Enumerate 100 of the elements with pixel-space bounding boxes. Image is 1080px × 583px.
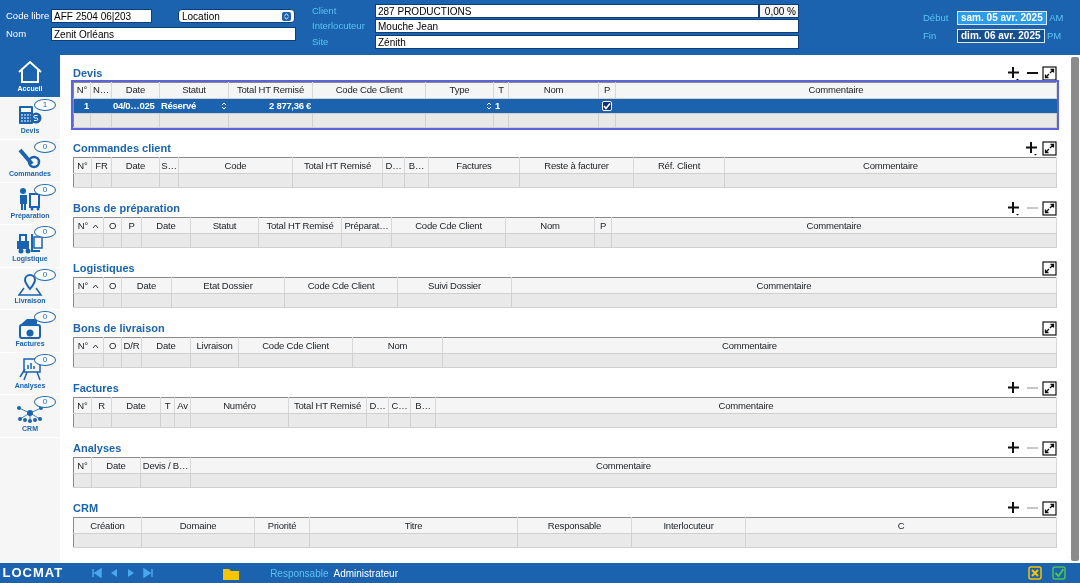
- column-header[interactable]: N…: [90, 82, 112, 99]
- client-field[interactable]: 287 PRODUCTIONS: [375, 4, 759, 19]
- column-header[interactable]: Responsable: [517, 517, 632, 534]
- collapse-icon: [1042, 140, 1057, 156]
- collapse-button[interactable]: [1042, 500, 1057, 516]
- collapse-button[interactable]: [1042, 440, 1057, 456]
- app-logo: LOCMAT: [2, 564, 64, 583]
- column-header[interactable]: Date: [111, 397, 161, 414]
- stepper-icon[interactable]: [221, 101, 227, 112]
- column-header[interactable]: D/R: [121, 337, 142, 354]
- add-button[interactable]: [1007, 500, 1022, 516]
- column-header[interactable]: Code Cde Client: [391, 217, 506, 234]
- column-header[interactable]: D…: [366, 397, 389, 414]
- column-header[interactable]: C…: [388, 397, 411, 414]
- column-header[interactable]: FR: [91, 157, 112, 174]
- stepper-icon: [282, 11, 291, 21]
- collapse-button[interactable]: [1042, 320, 1057, 336]
- code-field[interactable]: AFF 2504 06|203: [51, 9, 152, 24]
- column-header[interactable]: N°: [73, 157, 92, 174]
- column-header[interactable]: P: [121, 217, 142, 234]
- column-header[interactable]: Réf. Client: [633, 157, 725, 174]
- column-header[interactable]: N°: [73, 457, 92, 474]
- column-header[interactable]: Code Cde Client: [238, 337, 353, 354]
- add-button[interactable]: [1007, 200, 1022, 216]
- column-header[interactable]: Date: [121, 277, 172, 294]
- column-header[interactable]: B…: [404, 157, 429, 174]
- collapse-button[interactable]: [1042, 200, 1057, 216]
- scrollbar[interactable]: [1071, 57, 1079, 561]
- confirm-icon[interactable]: [1052, 566, 1066, 580]
- column-header[interactable]: Commentaire: [724, 157, 1057, 174]
- column-header[interactable]: Commentaire: [435, 397, 1057, 414]
- column-header[interactable]: Total HT Remisé: [292, 157, 383, 174]
- column-header[interactable]: Domaine: [141, 517, 255, 534]
- column-header[interactable]: Date: [111, 157, 160, 174]
- column-header[interactable]: Etat Dossier: [171, 277, 285, 294]
- column-header[interactable]: Devis / B…: [140, 457, 191, 474]
- column-header[interactable]: N°: [73, 82, 91, 99]
- column-header[interactable]: Suivi Dossier: [397, 277, 512, 294]
- column-header[interactable]: Code: [178, 157, 293, 174]
- column-header[interactable]: C: [745, 517, 1057, 534]
- collapse-button[interactable]: [1042, 140, 1057, 156]
- column-header[interactable]: Date: [141, 337, 191, 354]
- column-header[interactable]: Nom: [508, 82, 599, 99]
- column-header[interactable]: N°: [73, 217, 104, 234]
- column-header[interactable]: Reste à facturer: [519, 157, 634, 174]
- type-select[interactable]: Location: [178, 9, 295, 24]
- column-header[interactable]: Statut: [159, 82, 229, 99]
- column-header[interactable]: Code Cde Client: [284, 277, 398, 294]
- column-header[interactable]: Interlocuteur: [631, 517, 746, 534]
- column-header[interactable]: Création: [73, 517, 142, 534]
- column-header[interactable]: Total HT Remisé: [288, 397, 367, 414]
- minus-icon: [1026, 207, 1038, 210]
- add-button[interactable]: [1007, 380, 1022, 396]
- period-label: AM: [1049, 11, 1064, 25]
- column-header[interactable]: Commentaire: [615, 82, 1057, 99]
- column-header[interactable]: Date: [141, 217, 191, 234]
- column-header[interactable]: Commentaire: [190, 457, 1057, 474]
- column-header[interactable]: Nom: [505, 217, 595, 234]
- collapse-button[interactable]: [1042, 65, 1057, 81]
- column-header[interactable]: B…: [410, 397, 436, 414]
- column-header[interactable]: Numéro: [190, 397, 289, 414]
- column-header[interactable]: Total HT Remisé: [228, 82, 313, 99]
- contact-field[interactable]: Mouche Jean: [375, 19, 799, 34]
- section-title: CRM: [73, 501, 99, 516]
- discount-field[interactable]: 0,00 %: [759, 4, 799, 19]
- column-header[interactable]: Code Cde Client: [312, 82, 426, 99]
- collapse-button[interactable]: [1042, 260, 1057, 276]
- checkbox[interactable]: [602, 101, 612, 112]
- column-header[interactable]: Priorité: [254, 517, 310, 534]
- column-header[interactable]: Total HT Remisé: [258, 217, 342, 234]
- column-header[interactable]: D…: [382, 157, 405, 174]
- column-header[interactable]: R: [91, 397, 112, 414]
- name-field[interactable]: Zenit Orléans: [51, 27, 296, 42]
- stepper-icon[interactable]: [486, 101, 492, 112]
- collapse-button[interactable]: [1042, 380, 1057, 396]
- column-header[interactable]: N°: [73, 397, 92, 414]
- column-header[interactable]: Type: [425, 82, 494, 99]
- table-row[interactable]: 1 04/0…025 Réservé 2 877,36 € 1: [73, 98, 1057, 114]
- column-header[interactable]: N°: [73, 337, 104, 354]
- column-header[interactable]: Commentaire: [511, 277, 1057, 294]
- column-header[interactable]: Nom: [352, 337, 443, 354]
- site-field[interactable]: Zénith: [375, 34, 799, 49]
- column-header[interactable]: Date: [91, 457, 141, 474]
- field-label: Interlocuteur: [312, 19, 366, 34]
- column-header[interactable]: Titre: [309, 517, 518, 534]
- column-header[interactable]: Livraison: [190, 337, 239, 354]
- column-header[interactable]: Commentaire: [611, 217, 1057, 234]
- column-header[interactable]: Date: [111, 82, 160, 99]
- field-label: Client: [312, 4, 338, 18]
- column-header[interactable]: N°: [73, 277, 104, 294]
- column-header[interactable]: Préparat…: [341, 217, 392, 234]
- column-header[interactable]: Commentaire: [442, 337, 1057, 354]
- column-header[interactable]: Statut: [190, 217, 259, 234]
- end-date-field[interactable]: dim. 06 avr. 2025: [957, 29, 1045, 44]
- field-label: Nom: [6, 27, 28, 42]
- add-button[interactable]: [1007, 65, 1022, 81]
- add-button[interactable]: [1024, 140, 1040, 156]
- cancel-icon[interactable]: [1028, 566, 1042, 580]
- add-button[interactable]: [1007, 440, 1022, 456]
- column-header[interactable]: Factures: [428, 157, 520, 174]
